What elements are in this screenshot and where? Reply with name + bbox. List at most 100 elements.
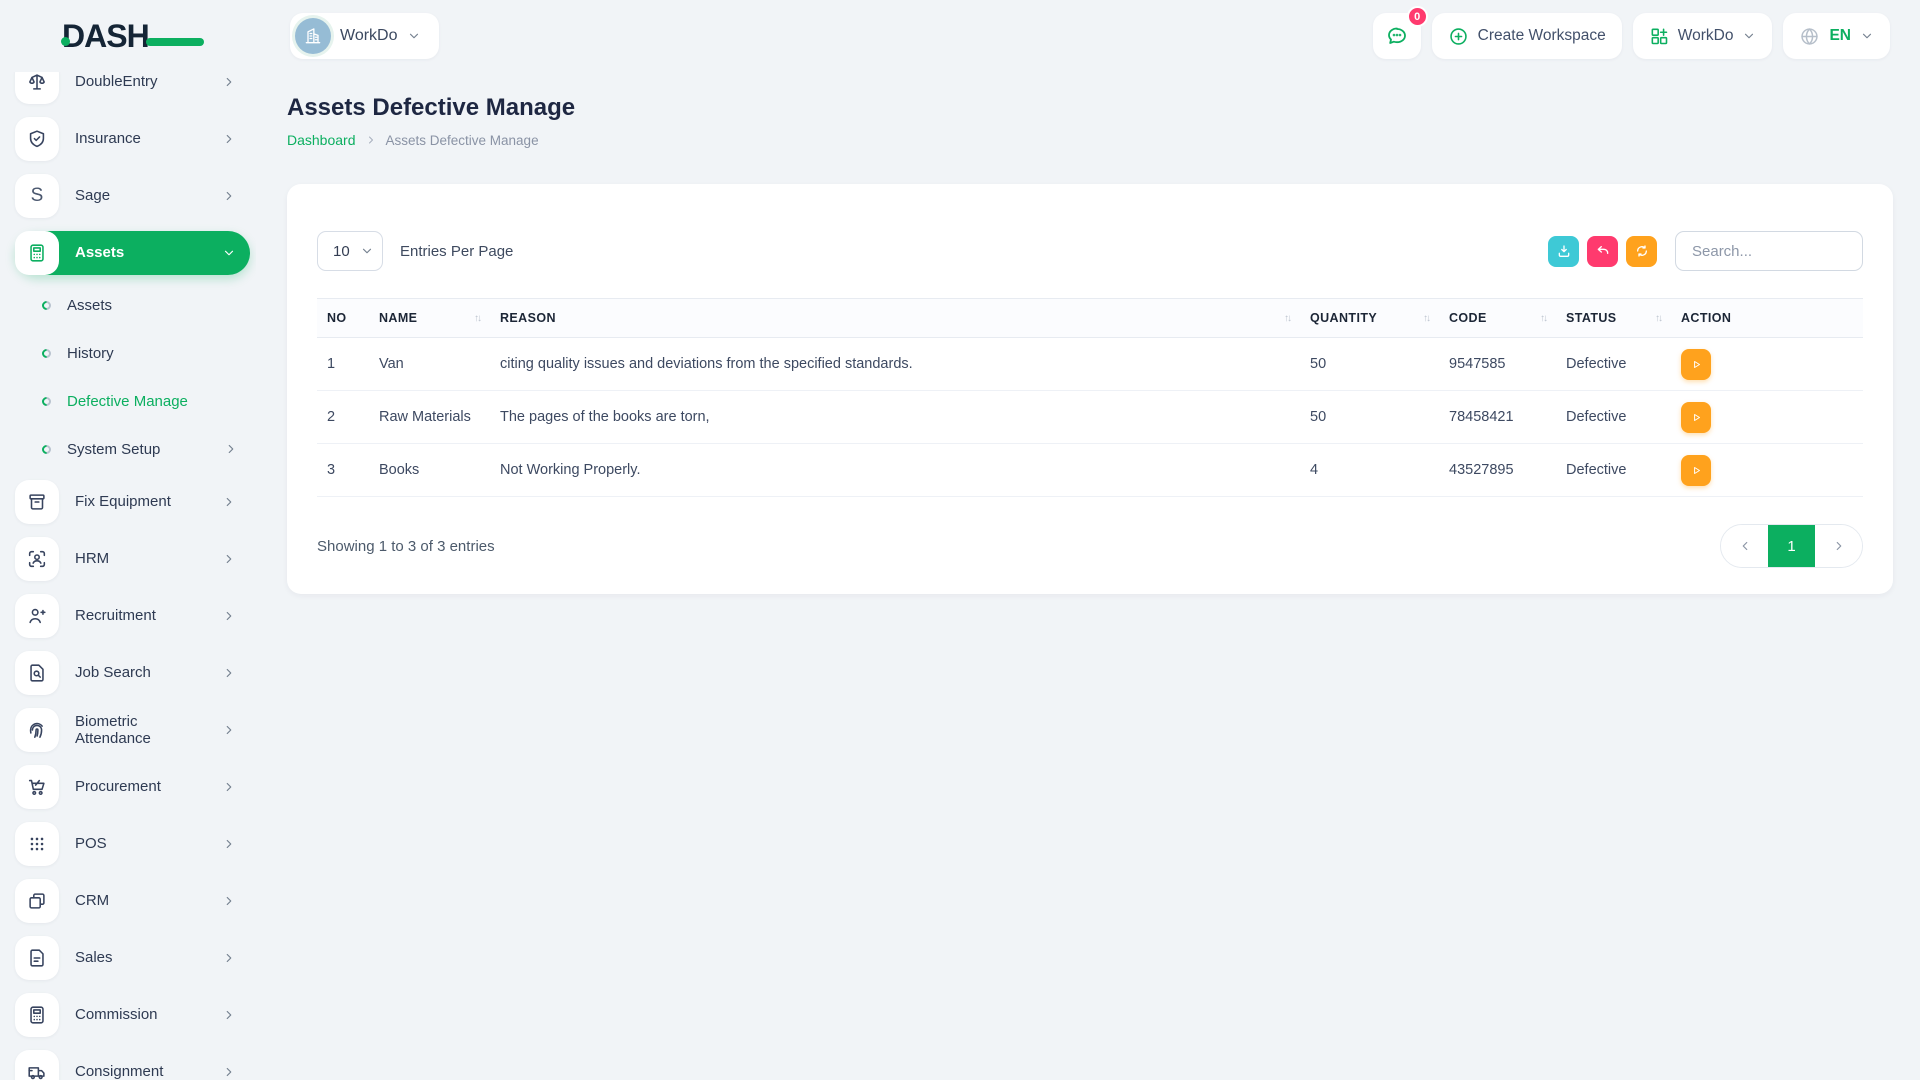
cell-no: 1 bbox=[317, 338, 369, 391]
chevron-right-icon bbox=[222, 75, 236, 89]
sidebar-item-biometric-attendance[interactable]: Biometric Attendance bbox=[15, 708, 250, 752]
column-header-status[interactable]: STATUS↑↓ bbox=[1556, 299, 1671, 338]
chevron-right-icon bbox=[222, 780, 236, 794]
pagination-next-button[interactable] bbox=[1815, 525, 1862, 567]
sort-icon: ↑↓ bbox=[1284, 313, 1290, 324]
export-button[interactable] bbox=[1548, 236, 1579, 267]
user-plus-icon bbox=[15, 594, 59, 638]
cell-status: Defective bbox=[1556, 338, 1671, 391]
table-row: 2 Raw Materials The pages of the books a… bbox=[317, 391, 1863, 444]
bullet-icon bbox=[40, 299, 53, 312]
chevron-right-icon bbox=[222, 1065, 236, 1079]
sidebar-item-commission[interactable]: Commission bbox=[15, 993, 250, 1037]
sort-icon: ↑↓ bbox=[1423, 313, 1429, 324]
chevron-left-icon bbox=[1738, 539, 1752, 553]
sidebar-item-consignment[interactable]: Consignment bbox=[15, 1050, 250, 1080]
cell-action bbox=[1671, 338, 1863, 391]
globe-icon bbox=[1799, 26, 1820, 47]
file-search-icon bbox=[15, 651, 59, 695]
entries-per-page-select[interactable]: 10 bbox=[317, 231, 383, 271]
sidebar-item-doubleentry[interactable]: DoubleEntry bbox=[15, 72, 250, 104]
sidebar-item-label: Job Search bbox=[75, 664, 193, 681]
sidebar-item-sage[interactable]: S Sage bbox=[15, 174, 250, 218]
row-action-button[interactable] bbox=[1681, 349, 1711, 380]
chevron-right-icon bbox=[222, 132, 236, 146]
cell-reason: citing quality issues and deviations fro… bbox=[490, 338, 1300, 391]
play-icon bbox=[1690, 358, 1703, 371]
sidebar-subitem-label: History bbox=[67, 345, 114, 362]
row-action-button[interactable] bbox=[1681, 455, 1711, 486]
fingerprint-icon bbox=[15, 708, 59, 752]
truck-icon bbox=[15, 1050, 59, 1080]
column-header-quantity[interactable]: QUANTITY↑↓ bbox=[1300, 299, 1439, 338]
calculator-icon bbox=[15, 231, 59, 275]
cell-code: 78458421 bbox=[1439, 391, 1556, 444]
column-header-code[interactable]: CODE↑↓ bbox=[1439, 299, 1556, 338]
cell-status: Defective bbox=[1556, 444, 1671, 497]
refresh-button[interactable] bbox=[1626, 236, 1657, 267]
pagination: 1 bbox=[1720, 524, 1863, 568]
breadcrumb-dashboard-link[interactable]: Dashboard bbox=[287, 132, 356, 148]
sidebar-item-label: CRM bbox=[75, 892, 193, 909]
shopping-cart-icon bbox=[15, 765, 59, 809]
cell-quantity: 50 bbox=[1300, 338, 1439, 391]
workdo-menu-button[interactable]: WorkDo bbox=[1633, 13, 1773, 59]
dash-logo[interactable]: DASH bbox=[62, 18, 214, 55]
language-button[interactable]: EN bbox=[1783, 13, 1890, 59]
chevron-right-icon bbox=[222, 666, 236, 680]
chevron-right-icon bbox=[222, 189, 236, 203]
sidebar-item-procurement[interactable]: Procurement bbox=[15, 765, 250, 809]
sidebar-item-crm[interactable]: CRM bbox=[15, 879, 250, 923]
sort-icon: ↑↓ bbox=[1540, 313, 1546, 324]
shield-check-icon bbox=[15, 117, 59, 161]
sidebar-subitem-defective-manage[interactable]: Defective Manage bbox=[15, 384, 256, 418]
sidebar-subitem-label: Assets bbox=[67, 297, 112, 314]
sidebar-subitem-assets[interactable]: Assets bbox=[15, 288, 256, 322]
logo-dot-icon bbox=[61, 37, 70, 46]
table-row: 1 Van citing quality issues and deviatio… bbox=[317, 338, 1863, 391]
sidebar-item-label: Insurance bbox=[75, 130, 193, 147]
cell-reason: The pages of the books are torn, bbox=[490, 391, 1300, 444]
table-header-row: NO NAME↑↓ REASON↑↓ QUANTITY↑↓ CODE↑↓ STA… bbox=[317, 299, 1863, 338]
workspace-switcher[interactable]: WorkDo bbox=[290, 13, 439, 59]
archive-box-icon bbox=[15, 480, 59, 524]
chevron-right-icon bbox=[222, 951, 236, 965]
sidebar-item-fix-equipment[interactable]: Fix Equipment bbox=[15, 480, 250, 524]
sidebar-item-sales[interactable]: Sales bbox=[15, 936, 250, 980]
sort-icon: ↑↓ bbox=[474, 313, 480, 324]
sidebar-item-job-search[interactable]: Job Search bbox=[15, 651, 250, 695]
cell-action bbox=[1671, 444, 1863, 497]
sidebar-item-label: Consignment bbox=[75, 1063, 193, 1080]
download-icon bbox=[1556, 243, 1572, 259]
messages-button[interactable]: 0 bbox=[1373, 13, 1421, 59]
create-workspace-button[interactable]: Create Workspace bbox=[1432, 13, 1622, 59]
workdo-menu-label: WorkDo bbox=[1678, 27, 1734, 45]
sidebar-subitem-system-setup[interactable]: System Setup bbox=[15, 432, 256, 466]
sidebar-subitem-history[interactable]: History bbox=[15, 336, 256, 370]
undo-button[interactable] bbox=[1587, 236, 1618, 267]
chevron-right-icon bbox=[222, 1008, 236, 1022]
cell-name: Van bbox=[369, 338, 490, 391]
chevron-right-icon bbox=[222, 495, 236, 509]
sidebar-item-label: Assets bbox=[75, 244, 193, 261]
pagination-prev-button[interactable] bbox=[1721, 525, 1768, 567]
column-header-name[interactable]: NAME↑↓ bbox=[369, 299, 490, 338]
row-action-button[interactable] bbox=[1681, 402, 1711, 433]
sidebar-item-hrm[interactable]: HRM bbox=[15, 537, 250, 581]
calculator-icon bbox=[15, 993, 59, 1037]
sidebar-item-assets[interactable]: Assets bbox=[15, 231, 250, 275]
chevron-right-icon bbox=[222, 552, 236, 566]
language-label: EN bbox=[1829, 27, 1851, 45]
sidebar-item-label: Sales bbox=[75, 949, 193, 966]
search-input[interactable] bbox=[1675, 231, 1863, 271]
column-header-reason[interactable]: REASON↑↓ bbox=[490, 299, 1300, 338]
sidebar-item-label: Commission bbox=[75, 1006, 193, 1023]
sidebar-item-pos[interactable]: POS bbox=[15, 822, 250, 866]
breadcrumb-current: Assets Defective Manage bbox=[386, 133, 539, 148]
logo-text: DASH bbox=[62, 18, 149, 55]
sidebar-item-recruitment[interactable]: Recruitment bbox=[15, 594, 250, 638]
pagination-page-1[interactable]: 1 bbox=[1768, 525, 1815, 567]
sidebar-item-label: POS bbox=[75, 835, 193, 852]
sidebar-item-insurance[interactable]: Insurance bbox=[15, 117, 250, 161]
sidebar-subitem-label: Defective Manage bbox=[67, 393, 188, 410]
